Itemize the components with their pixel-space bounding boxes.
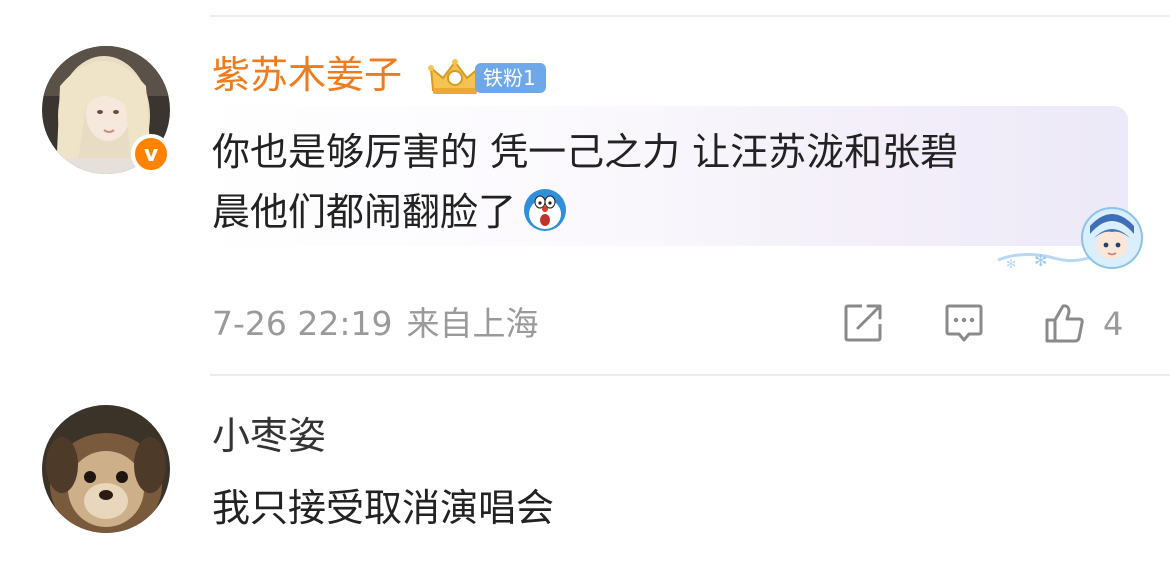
share-icon[interactable]: [842, 302, 884, 344]
username[interactable]: 紫苏木姜子: [212, 52, 402, 98]
reply-icon[interactable]: [943, 302, 985, 344]
comment-text-line1: 你也是够厉害的 凭一己之力 让汪苏泷和张碧: [212, 130, 959, 174]
fan-badge[interactable]: 铁粉1: [427, 56, 555, 98]
avatar[interactable]: [42, 405, 170, 533]
fan-badge-label: 铁粉1: [475, 63, 546, 93]
comment-text: 你也是够厉害的 凭一己之力 让汪苏泷和张碧 晨他们都闹翻脸了: [212, 122, 1092, 242]
svg-text:✻: ✻: [1006, 257, 1016, 271]
comment-text: 我只接受取消演唱会: [212, 486, 555, 530]
comment-text-line2: 晨他们都闹翻脸了: [212, 190, 517, 234]
comment-thread: v 紫苏木姜子 铁粉1 你也是够厉害的 凭一己之力 让汪苏泷和张碧 晨他们都闹翻…: [0, 0, 1170, 563]
comment-location: 来自上海: [406, 304, 539, 343]
like-icon[interactable]: [1041, 302, 1087, 344]
username[interactable]: 小枣姿: [212, 413, 326, 459]
comment-date: 7-26 22:19: [212, 304, 393, 343]
doraemon-shocked-emoji-icon: [524, 189, 567, 231]
divider: [210, 15, 1170, 17]
like-count: 4: [1103, 305, 1124, 343]
svg-text:✻: ✻: [1034, 251, 1047, 270]
verified-badge-icon: v: [131, 134, 171, 174]
comment-meta: 7-26 22:19 来自上海: [212, 301, 539, 347]
comment-decoration-icon: ✻ ✻: [997, 207, 1143, 271]
divider: [210, 374, 1170, 376]
